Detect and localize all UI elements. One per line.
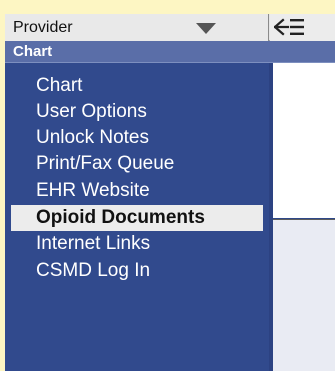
menu-item-label: Opioid Documents [36, 207, 205, 228]
menu-item-label: Print/Fax Queue [36, 153, 175, 174]
section-header: Chart [5, 41, 335, 63]
menu-item-opioid-documents[interactable]: Opioid Documents [11, 205, 263, 231]
menu-item-chart[interactable]: Chart [11, 73, 263, 99]
content-panel-top [273, 63, 335, 218]
menu-item-user-options[interactable]: User Options [11, 99, 263, 125]
menu-item-label: CSMD Log In [36, 260, 151, 281]
content-panel-bottom [273, 219, 335, 371]
triangle-down-icon [196, 23, 216, 34]
menu-item-label: Unlock Notes [36, 127, 149, 148]
collapse-sidebar-button[interactable] [270, 14, 335, 41]
menu-item-ehr-website[interactable]: EHR Website [11, 178, 263, 204]
menu-item-label: EHR Website [36, 180, 150, 201]
menu-item-label: Chart [36, 75, 83, 96]
menu-item-csmd-log-in[interactable]: CSMD Log In [11, 258, 263, 284]
menu-item-unlock-notes[interactable]: Unlock Notes [11, 125, 263, 151]
menu-item-label: User Options [36, 101, 147, 122]
app-frame: Provider Chart Chart User Options Unlock… [5, 14, 335, 371]
collapse-left-icon [274, 18, 304, 36]
provider-dropdown[interactable]: Provider [5, 14, 269, 41]
top-toolbar: Provider [5, 14, 335, 41]
menu-item-label: Internet Links [36, 233, 151, 254]
sidebar-menu: Chart User Options Unlock Notes Print/Fa… [5, 63, 269, 371]
menu-item-print-fax-queue[interactable]: Print/Fax Queue [11, 151, 263, 177]
menu-item-internet-links[interactable]: Internet Links [11, 231, 263, 257]
provider-dropdown-label: Provider [13, 19, 73, 36]
section-title: Chart [13, 43, 53, 60]
